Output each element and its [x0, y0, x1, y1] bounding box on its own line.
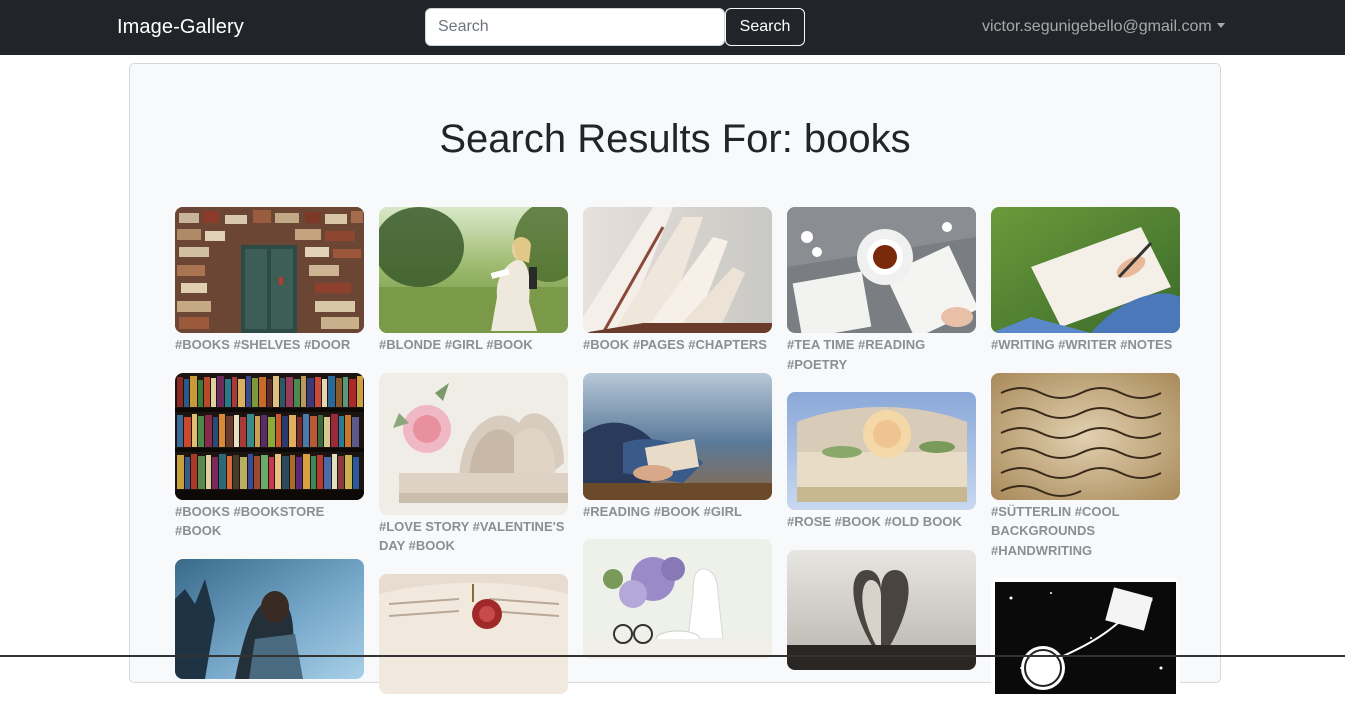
- image-tags: #READING #BOOK #GIRL: [583, 503, 742, 519]
- image-tags: #ROSE #BOOK #OLD BOOK: [787, 514, 962, 529]
- gallery-item[interactable]: [175, 558, 364, 679]
- gallery-item[interactable]: #SÜTTERLIN #COOL BACKGROUNDS #HANDWRITIN…: [991, 372, 1180, 561]
- gallery-column-4: #TEA TIME #READING #POETRY #ROSE #BOOK #…: [787, 207, 976, 688]
- user-dropdown[interactable]: victor.segunigebello@gmail.com: [982, 18, 1225, 36]
- gallery-item[interactable]: #BLONDE #GIRL #BOOK: [379, 207, 568, 355]
- gallery-item[interactable]: #ROSE #BOOK #OLD BOOK: [787, 392, 976, 532]
- gallery-item[interactable]: #BOOK #PAGES #CHAPTERS: [583, 207, 772, 355]
- image-tags: #BOOKS #BOOKSTORE #BOOK: [175, 503, 325, 539]
- gallery-item[interactable]: #LOVE STORY #VALENTINE'S DAY #BOOK: [379, 372, 568, 556]
- gallery-item[interactable]: [991, 578, 1180, 698]
- gallery-item[interactable]: #READING #BOOK #GIRL: [583, 372, 772, 522]
- gallery-column-1: #BOOKS #SHELVES #DOOR #BOOKS #BOOKSTORE …: [175, 207, 364, 697]
- gallery-item[interactable]: #TEA TIME #READING #POETRY: [787, 207, 976, 374]
- search-input[interactable]: [425, 8, 725, 46]
- image-tags: #WRITING #WRITER #NOTES: [991, 337, 1173, 352]
- gallery-item[interactable]: [379, 573, 568, 694]
- image-tags: #BOOKS #SHELVES #DOOR: [175, 337, 351, 352]
- gallery-item[interactable]: #BOOKS #SHELVES #DOOR: [175, 207, 364, 355]
- gallery-item[interactable]: #BOOKS #BOOKSTORE #BOOK: [175, 372, 364, 541]
- photo-handwriting[interactable]: [991, 372, 1180, 500]
- image-tags: #BOOK #PAGES #CHAPTERS: [583, 337, 767, 352]
- image-tags: #TEA TIME #READING #POETRY: [787, 337, 926, 372]
- gallery-item[interactable]: #WRITING #WRITER #NOTES: [991, 207, 1180, 355]
- brand-link[interactable]: Image-Gallery: [117, 16, 244, 39]
- gallery-column-5: #WRITING #WRITER #NOTES #SÜTTERLIN #COOL…: [991, 207, 1180, 716]
- photo-reading-girl[interactable]: [583, 372, 772, 500]
- navbar: Image-Gallery Search victor.segunigebell…: [0, 0, 1345, 55]
- photo-space-book-drawing[interactable]: [991, 578, 1180, 698]
- gallery-item[interactable]: [583, 539, 772, 659]
- gallery-item[interactable]: [787, 549, 976, 670]
- photo-lilac-tea[interactable]: [583, 539, 772, 659]
- photo-rose-heart-book[interactable]: [379, 372, 568, 515]
- gallery-column-2: #BLONDE #GIRL #BOOK #LOVE STORY #VALENTI…: [379, 207, 568, 712]
- photo-tea-poetry[interactable]: [787, 207, 976, 333]
- caret-down-icon: [1216, 23, 1225, 28]
- photo-book-pages[interactable]: [583, 207, 772, 333]
- photo-girl-forest[interactable]: [175, 558, 364, 679]
- search-button[interactable]: Search: [725, 8, 805, 46]
- image-tags: #SÜTTERLIN #COOL BACKGROUNDS #HANDWRITIN…: [991, 503, 1120, 558]
- photo-heart-pages[interactable]: [787, 549, 976, 670]
- photo-books-door[interactable]: [175, 207, 364, 333]
- photo-rose-pendant-book[interactable]: [379, 573, 568, 694]
- user-email: victor.segunigebello@gmail.com: [982, 18, 1212, 35]
- photo-writing-notes[interactable]: [991, 207, 1180, 333]
- photo-blonde-girl[interactable]: [379, 207, 568, 333]
- gallery-column-3: #BOOK #PAGES #CHAPTERS #READING #BOOK #G…: [583, 207, 772, 677]
- image-tags: #LOVE STORY #VALENTINE'S DAY #BOOK: [379, 518, 565, 554]
- photo-bookshelf[interactable]: [175, 372, 364, 500]
- photo-rose-old-book[interactable]: [787, 392, 976, 510]
- page-title: Search Results For: books: [439, 117, 911, 161]
- image-tags: #BLONDE #GIRL #BOOK: [379, 337, 533, 352]
